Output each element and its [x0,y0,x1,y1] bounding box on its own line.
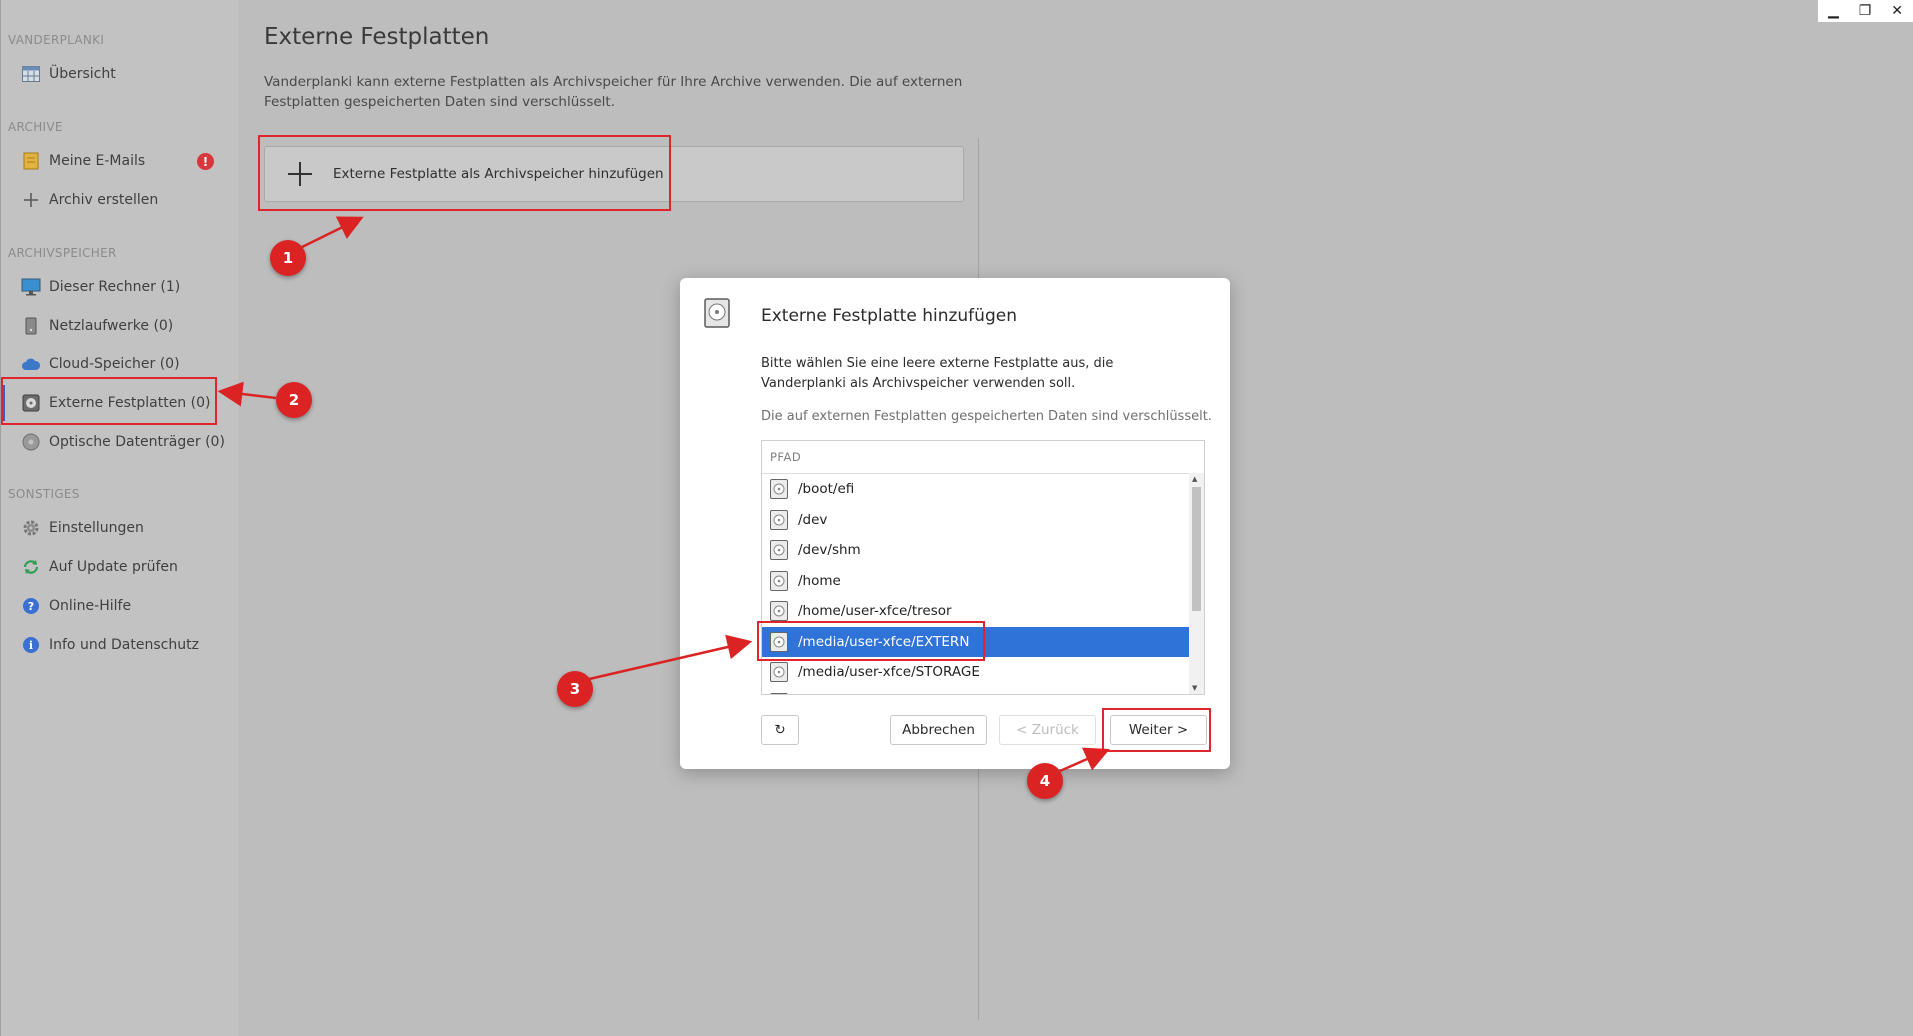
refresh-list-button[interactable]: ↻ [761,715,799,745]
window-controls: ▁ ❐ ✕ [1818,0,1913,22]
sidebar-item-netzlaufwerke[interactable]: Netzlaufwerke (0) [1,308,239,344]
section-title-sonstiges: SONSTIGES [8,487,80,501]
step-marker-1: 1 [270,240,306,276]
page-description: Vanderplanki kann externe Festplatten al… [264,74,963,110]
sidebar-item-label: Cloud-Speicher (0) [49,356,180,372]
harddisk-icon [770,601,788,622]
cancel-button[interactable]: Abbrechen [890,715,987,745]
path-label: /home/user-xfce/tresor [798,603,952,620]
svg-text:i: i [29,639,33,652]
cloud-icon [21,354,41,374]
section-title-archive: ARCHIVE [8,120,63,134]
harddisk-icon [704,298,730,328]
dialog-note: Die auf externen Festplatten gespeichert… [761,409,1212,424]
sidebar-item-optische-datentraeger[interactable]: Optische Datenträger (0) [1,424,239,460]
highlight-selected-path [757,621,985,661]
highlight-sidebar-item [1,377,217,425]
monitor-icon [21,277,41,297]
scrollbar-thumb[interactable] [1192,487,1201,611]
section-title-archivspeicher: ARCHIVSPEICHER [8,246,117,260]
sidebar: VANDERPLANKI Übersicht ARCHIVE Meine E-M… [0,0,238,1036]
step-marker-2: 2 [276,382,312,418]
path-label: /dev/shm [798,542,861,559]
highlight-add-button [258,135,671,211]
svg-text:?: ? [28,600,34,613]
info-icon: i [21,635,41,655]
back-button[interactable]: < Zurück [999,715,1096,745]
sidebar-item-uebersicht[interactable]: Übersicht [1,56,239,92]
sidebar-item-label: Online-Hilfe [49,598,132,614]
refresh-icon: ↻ [774,722,786,738]
page-title: Externe Festplatten [264,24,490,50]
path-label: /home [798,572,841,589]
list-item[interactable]: /home [762,566,1189,597]
list-item[interactable]: /dev/shm [762,535,1189,566]
sidebar-item-label: Auf Update prüfen [49,559,178,575]
list-item[interactable]: /boot/efi [762,474,1189,505]
sidebar-item-dieser-rechner[interactable]: Dieser Rechner (1) [1,269,239,305]
path-label: /media/user-xfce/STORAGE [798,664,980,681]
sidebar-item-label: Übersicht [49,66,116,82]
harddisk-icon [770,692,788,694]
sidebar-item-archiv-erstellen[interactable]: Archiv erstellen [1,182,239,218]
plus-icon [21,190,41,210]
sidebar-item-label: Meine E-Mails [49,153,146,169]
help-icon: ? [21,596,41,616]
scroll-down-icon[interactable]: ▼ [1192,684,1197,692]
scroll-up-icon[interactable]: ▲ [1192,475,1197,483]
dialog-instructions: Bitte wählen Sie eine leere externe Fest… [761,356,1114,391]
alert-badge: ! [197,153,214,170]
calendar-icon [21,64,41,84]
add-external-disk-dialog: Externe Festplatte hinzufügen Bitte wähl… [680,278,1230,769]
list-item[interactable]: /dev [762,505,1189,536]
harddisk-icon [770,509,788,530]
close-button[interactable]: ✕ [1891,3,1903,19]
minimize-button[interactable]: ▁ [1828,3,1839,19]
step-marker-4: 4 [1027,763,1063,799]
sidebar-item-auf-update-pruefen[interactable]: Auf Update prüfen [1,549,239,585]
sidebar-item-label: Info und Datenschutz [49,637,199,653]
sidebar-item-einstellungen[interactable]: Einstellungen [1,510,239,546]
sidebar-item-label: Optische Datenträger (0) [49,434,225,450]
harddisk-icon [770,570,788,591]
sidebar-item-online-hilfe[interactable]: ? Online-Hilfe [1,588,239,624]
section-title-vanderplanki: VANDERPLANKI [8,33,105,47]
archive-icon [21,151,41,171]
harddisk-icon [770,540,788,561]
refresh-icon [21,557,41,577]
highlight-next-button [1102,708,1211,752]
restore-button[interactable]: ❐ [1859,3,1872,19]
step-marker-3: 3 [557,671,593,707]
path-label: /dev [798,511,828,528]
harddisk-icon [770,479,788,500]
column-header-pfad: PFAD [762,441,1204,474]
sidebar-item-info-datenschutz[interactable]: i Info und Datenschutz [1,627,239,663]
sidebar-item-label: Netzlaufwerke (0) [49,318,174,334]
nas-icon [21,316,41,336]
dialog-title: Externe Festplatte hinzufügen [761,306,1017,326]
gear-icon [21,518,41,538]
sidebar-item-label: Dieser Rechner (1) [49,279,181,295]
path-label: /boot/efi [798,481,855,498]
disc-icon [21,432,41,452]
sidebar-item-label: Einstellungen [49,520,144,536]
list-item[interactable] [762,688,1189,694]
list-scrollbar[interactable]: ▲ ▼ [1189,473,1204,694]
sidebar-item-label: Archiv erstellen [49,192,159,208]
list-item[interactable]: /media/user-xfce/STORAGE [762,657,1189,688]
harddisk-icon [770,662,788,683]
